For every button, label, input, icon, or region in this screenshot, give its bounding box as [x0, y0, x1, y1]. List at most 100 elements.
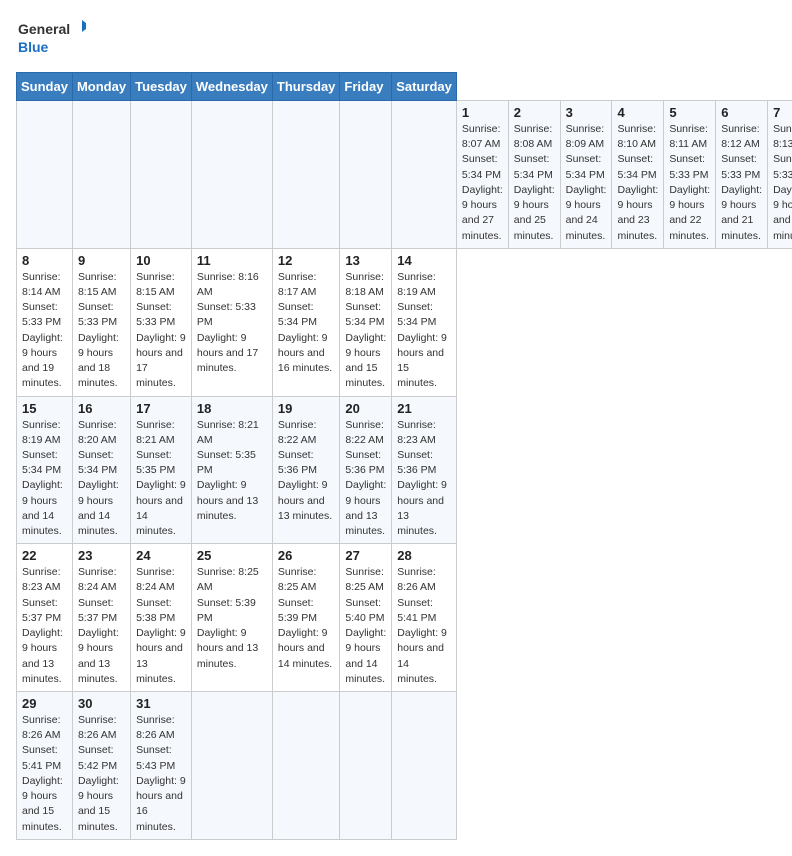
- day-info: Sunrise: 8:07 AMSunset: 5:34 PMDaylight:…: [462, 122, 503, 244]
- day-number: 15: [22, 401, 67, 416]
- calendar-cell: 21 Sunrise: 8:23 AMSunset: 5:36 PMDayligh…: [392, 396, 457, 544]
- day-number: 11: [197, 253, 267, 268]
- day-info: Sunrise: 8:13 AMSunset: 5:33 PMDaylight:…: [773, 122, 792, 244]
- calendar-cell: 5Sunrise: 8:11 AMSunset: 5:33 PMDaylight…: [664, 101, 716, 249]
- day-info: Sunrise: 8:12 AMSunset: 5:33 PMDaylight:…: [721, 122, 762, 244]
- calendar-cell: 13 Sunrise: 8:18 AMSunset: 5:34 PMDayligh…: [340, 248, 392, 396]
- day-number: 8: [22, 253, 67, 268]
- calendar-cell: [131, 101, 192, 249]
- day-info: Sunrise: 8:18 AMSunset: 5:34 PMDaylight:…: [345, 270, 386, 392]
- day-info: Sunrise: 8:15 AMSunset: 5:33 PMDaylight:…: [136, 270, 186, 392]
- day-number: 30: [78, 696, 125, 711]
- day-number: 31: [136, 696, 186, 711]
- calendar-cell: 15 Sunrise: 8:19 AMSunset: 5:34 PMDayligh…: [17, 396, 73, 544]
- calendar-cell: 7 Sunrise: 8:13 AMSunset: 5:33 PMDaylight…: [768, 101, 792, 249]
- calendar-cell: [191, 101, 272, 249]
- calendar-cell: [272, 101, 340, 249]
- calendar-cell: 31 Sunrise: 8:26 AMSunset: 5:43 PMDayligh…: [131, 692, 192, 840]
- day-info: Sunrise: 8:26 AMSunset: 5:42 PMDaylight:…: [78, 713, 125, 835]
- calendar-week-row: 15 Sunrise: 8:19 AMSunset: 5:34 PMDayligh…: [17, 396, 792, 544]
- svg-text:Blue: Blue: [18, 39, 49, 55]
- calendar-cell: [72, 101, 130, 249]
- day-number: 19: [278, 401, 335, 416]
- calendar-cell: 19 Sunrise: 8:22 AMSunset: 5:36 PMDayligh…: [272, 396, 340, 544]
- calendar-cell: [392, 692, 457, 840]
- day-info: Sunrise: 8:16 AMSunset: 5:33 PMDaylight:…: [197, 270, 267, 377]
- day-number: 10: [136, 253, 186, 268]
- day-number: 2: [514, 105, 555, 120]
- calendar-header-friday: Friday: [340, 73, 392, 101]
- svg-text:General: General: [18, 21, 70, 37]
- logo-icon: General Blue: [16, 16, 86, 60]
- day-number: 21: [397, 401, 451, 416]
- calendar-cell: 17Sunrise: 8:21 AMSunset: 5:35 PMDayligh…: [131, 396, 192, 544]
- day-number: 24: [136, 548, 186, 563]
- day-number: 16: [78, 401, 125, 416]
- day-info: Sunrise: 8:23 AMSunset: 5:36 PMDaylight:…: [397, 418, 451, 540]
- calendar-cell: 9 Sunrise: 8:15 AMSunset: 5:33 PMDaylight…: [72, 248, 130, 396]
- day-number: 14: [397, 253, 451, 268]
- calendar-header-thursday: Thursday: [272, 73, 340, 101]
- calendar-header-sunday: Sunday: [17, 73, 73, 101]
- calendar-cell: 8Sunrise: 8:14 AMSunset: 5:33 PMDaylight…: [17, 248, 73, 396]
- day-info: Sunrise: 8:22 AMSunset: 5:36 PMDaylight:…: [345, 418, 386, 540]
- day-info: Sunrise: 8:19 AMSunset: 5:34 PMDaylight:…: [397, 270, 451, 392]
- calendar-cell: 11 Sunrise: 8:16 AMSunset: 5:33 PMDayligh…: [191, 248, 272, 396]
- calendar-table: SundayMondayTuesdayWednesdayThursdayFrid…: [16, 72, 792, 840]
- calendar-cell: [340, 101, 392, 249]
- calendar-cell: 3Sunrise: 8:09 AMSunset: 5:34 PMDaylight…: [560, 101, 612, 249]
- day-info: Sunrise: 8:15 AMSunset: 5:33 PMDaylight:…: [78, 270, 125, 392]
- calendar-cell: [272, 692, 340, 840]
- calendar-cell: 14 Sunrise: 8:19 AMSunset: 5:34 PMDayligh…: [392, 248, 457, 396]
- calendar-cell: 24 Sunrise: 8:24 AMSunset: 5:38 PMDayligh…: [131, 544, 192, 692]
- day-info: Sunrise: 8:19 AMSunset: 5:34 PMDaylight:…: [22, 418, 67, 540]
- day-info: Sunrise: 8:26 AMSunset: 5:41 PMDaylight:…: [397, 565, 451, 687]
- day-number: 20: [345, 401, 386, 416]
- day-info: Sunrise: 8:24 AMSunset: 5:37 PMDaylight:…: [78, 565, 125, 687]
- calendar-header-tuesday: Tuesday: [131, 73, 192, 101]
- day-number: 7: [773, 105, 792, 120]
- day-info: Sunrise: 8:11 AMSunset: 5:33 PMDaylight:…: [669, 122, 710, 244]
- calendar-cell: 16 Sunrise: 8:20 AMSunset: 5:34 PMDayligh…: [72, 396, 130, 544]
- calendar-week-row: 1 Sunrise: 8:07 AMSunset: 5:34 PMDaylight…: [17, 101, 792, 249]
- day-info: Sunrise: 8:17 AMSunset: 5:34 PMDaylight:…: [278, 270, 335, 377]
- calendar-header-row: SundayMondayTuesdayWednesdayThursdayFrid…: [17, 73, 792, 101]
- day-info: Sunrise: 8:21 AMSunset: 5:35 PMDaylight:…: [136, 418, 186, 540]
- day-number: 22: [22, 548, 67, 563]
- day-info: Sunrise: 8:20 AMSunset: 5:34 PMDaylight:…: [78, 418, 125, 540]
- calendar-cell: 30 Sunrise: 8:26 AMSunset: 5:42 PMDayligh…: [72, 692, 130, 840]
- day-info: Sunrise: 8:26 AMSunset: 5:43 PMDaylight:…: [136, 713, 186, 835]
- day-info: Sunrise: 8:24 AMSunset: 5:38 PMDaylight:…: [136, 565, 186, 687]
- day-number: 9: [78, 253, 125, 268]
- day-number: 23: [78, 548, 125, 563]
- calendar-cell: 10 Sunrise: 8:15 AMSunset: 5:33 PMDayligh…: [131, 248, 192, 396]
- calendar-cell: 4Sunrise: 8:10 AMSunset: 5:34 PMDaylight…: [612, 101, 664, 249]
- day-number: 13: [345, 253, 386, 268]
- day-info: Sunrise: 8:22 AMSunset: 5:36 PMDaylight:…: [278, 418, 335, 525]
- calendar-cell: [17, 101, 73, 249]
- day-number: 25: [197, 548, 267, 563]
- calendar-header-wednesday: Wednesday: [191, 73, 272, 101]
- day-info: Sunrise: 8:23 AMSunset: 5:37 PMDaylight:…: [22, 565, 67, 687]
- day-number: 3: [566, 105, 607, 120]
- calendar-cell: 27Sunrise: 8:25 AMSunset: 5:40 PMDayligh…: [340, 544, 392, 692]
- day-number: 6: [721, 105, 762, 120]
- calendar-header-saturday: Saturday: [392, 73, 457, 101]
- logo: General Blue: [16, 16, 86, 60]
- calendar-week-row: 22 Sunrise: 8:23 AMSunset: 5:37 PMDayligh…: [17, 544, 792, 692]
- day-info: Sunrise: 8:25 AMSunset: 5:39 PMDaylight:…: [197, 565, 267, 672]
- calendar-cell: 18Sunrise: 8:21 AMSunset: 5:35 PMDayligh…: [191, 396, 272, 544]
- day-number: 29: [22, 696, 67, 711]
- calendar-week-row: 8Sunrise: 8:14 AMSunset: 5:33 PMDaylight…: [17, 248, 792, 396]
- day-number: 1: [462, 105, 503, 120]
- calendar-cell: 6 Sunrise: 8:12 AMSunset: 5:33 PMDaylight…: [716, 101, 768, 249]
- day-info: Sunrise: 8:25 AMSunset: 5:40 PMDaylight:…: [345, 565, 386, 687]
- day-number: 26: [278, 548, 335, 563]
- calendar-cell: [340, 692, 392, 840]
- calendar-cell: [392, 101, 457, 249]
- day-info: Sunrise: 8:25 AMSunset: 5:39 PMDaylight:…: [278, 565, 335, 672]
- calendar-cell: 25 Sunrise: 8:25 AMSunset: 5:39 PMDayligh…: [191, 544, 272, 692]
- day-number: 28: [397, 548, 451, 563]
- calendar-week-row: 29Sunrise: 8:26 AMSunset: 5:41 PMDayligh…: [17, 692, 792, 840]
- calendar-cell: 2Sunrise: 8:08 AMSunset: 5:34 PMDaylight…: [508, 101, 560, 249]
